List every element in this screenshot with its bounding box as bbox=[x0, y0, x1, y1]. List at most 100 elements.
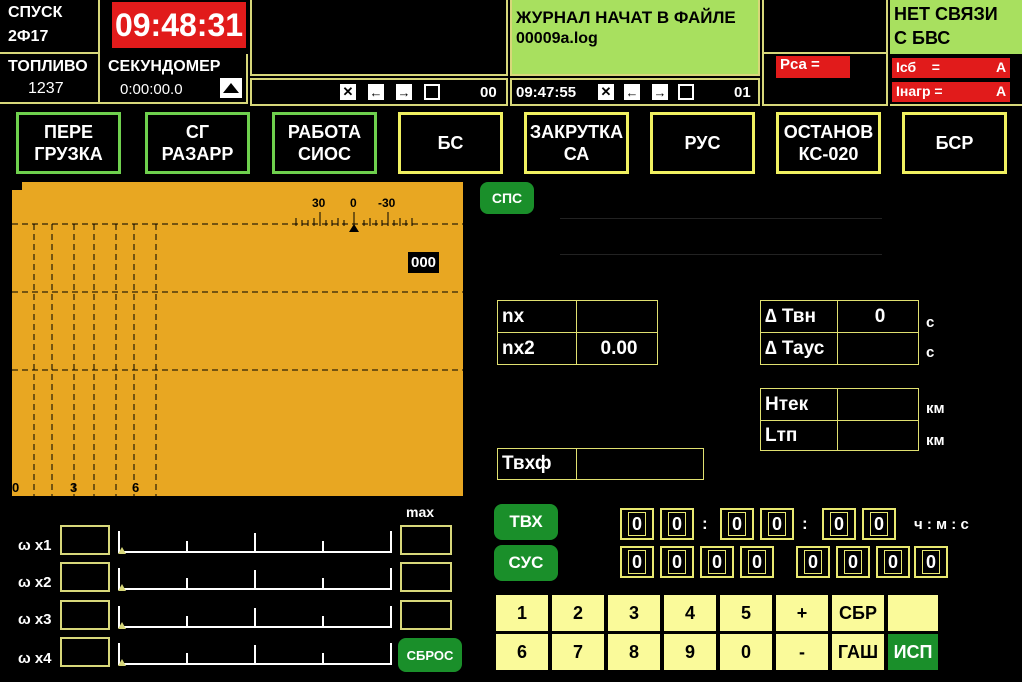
mode-button-bsr[interactable]: БСР bbox=[902, 112, 1007, 174]
clock-display: 09:48:31 bbox=[112, 2, 246, 48]
arrow-right-icon[interactable]: → bbox=[652, 84, 668, 100]
tvn-unit: с bbox=[926, 314, 935, 331]
slider-tick bbox=[322, 616, 324, 628]
digit-value: 0 bbox=[668, 550, 686, 574]
close-icon[interactable]: ✕ bbox=[598, 84, 614, 100]
sus-digit-input[interactable]: 0 bbox=[660, 546, 694, 578]
slider-tick bbox=[322, 541, 324, 553]
digit-value: 0 bbox=[830, 512, 848, 536]
mode-button-rus[interactable]: РУС bbox=[650, 112, 755, 174]
time-separator: : bbox=[702, 514, 708, 533]
digit-value: 0 bbox=[844, 550, 862, 574]
omega-label: ω x1 bbox=[18, 537, 52, 554]
track-display: 30 0 -30 000 0 3 6 bbox=[12, 182, 463, 496]
keypad-key-1[interactable]: 1 bbox=[496, 595, 548, 631]
keypad-key-minus[interactable]: - bbox=[776, 634, 828, 670]
isb-label: Iсб = bbox=[896, 59, 940, 75]
sus-digit-input[interactable]: 0 bbox=[796, 546, 830, 578]
log-message-box: ЖУРНАЛ НАЧАТ В ФАЙЛЕ 00009a.log bbox=[510, 0, 760, 76]
fuel-label: ТОПЛИВО bbox=[8, 58, 88, 75]
keypad-key-3[interactable]: 3 bbox=[608, 595, 660, 631]
keypad-key-reset[interactable]: СБР bbox=[832, 595, 884, 631]
arrow-right-icon[interactable]: → bbox=[396, 84, 412, 100]
sus-digit-input[interactable]: 0 bbox=[914, 546, 948, 578]
slider-tick bbox=[186, 578, 188, 590]
gauge-readout: 000 bbox=[408, 252, 440, 273]
time-digit-input[interactable]: 0 bbox=[720, 508, 754, 540]
omega-max-box bbox=[400, 600, 452, 630]
keypad-key-8[interactable]: 8 bbox=[608, 634, 660, 670]
sus-digit-input[interactable]: 0 bbox=[876, 546, 910, 578]
sus-button[interactable]: СУС bbox=[494, 545, 558, 581]
link-status-line1: НЕТ СВЯЗИ bbox=[894, 4, 998, 24]
keypad-key-2[interactable]: 2 bbox=[552, 595, 604, 631]
arrow-left-icon[interactable]: ← bbox=[368, 84, 384, 100]
tvn-value: 0 bbox=[837, 300, 919, 333]
stopwatch-label: СЕКУНДОМЕР bbox=[108, 58, 221, 75]
sus-digit-input[interactable]: 0 bbox=[700, 546, 734, 578]
omega-slider-track[interactable] bbox=[118, 637, 392, 667]
clock-value: 09:48:31 bbox=[114, 6, 244, 43]
digit-value: 0 bbox=[628, 550, 646, 574]
current-panel: Iсб = А Iнагр = А bbox=[890, 54, 1022, 106]
stopwatch-toggle-button[interactable] bbox=[220, 78, 242, 98]
keypad-key-7[interactable]: 7 bbox=[552, 634, 604, 670]
keypad-key-9[interactable]: 9 bbox=[664, 634, 716, 670]
mode-button-bs[interactable]: БС bbox=[398, 112, 503, 174]
rsa-panel: Рса = bbox=[762, 54, 888, 106]
mode-button-label: БС bbox=[437, 133, 464, 153]
time-units-label: ч : м : с bbox=[914, 516, 969, 533]
sus-digit-input[interactable]: 0 bbox=[836, 546, 870, 578]
keypad-key-execute[interactable]: ИСП bbox=[888, 634, 938, 670]
arrow-left-icon[interactable]: ← bbox=[624, 84, 640, 100]
keypad-key-plus[interactable]: + bbox=[776, 595, 828, 631]
time-digit-input[interactable]: 0 bbox=[862, 508, 896, 540]
slider-pointer-icon bbox=[118, 659, 126, 666]
mode-button-sg[interactable]: СГ РАЗАРР bbox=[145, 112, 250, 174]
sps-button[interactable]: СПС bbox=[480, 182, 534, 214]
keypad-key-clear[interactable]: ГАШ bbox=[832, 634, 884, 670]
stop-icon[interactable] bbox=[678, 84, 694, 100]
sps-line bbox=[560, 218, 882, 219]
ltp-value bbox=[837, 420, 919, 451]
time-digit-input[interactable]: 0 bbox=[760, 508, 794, 540]
mode-button-sios[interactable]: РАБОТА СИОС bbox=[272, 112, 377, 174]
digit-value: 0 bbox=[804, 550, 822, 574]
nx-value bbox=[576, 300, 658, 333]
time-digit-input[interactable]: 0 bbox=[620, 508, 654, 540]
omega-slider-track[interactable] bbox=[118, 562, 392, 592]
comm-box-top bbox=[762, 0, 888, 54]
fuel-value: 1237 bbox=[28, 80, 64, 97]
keypad-key-5[interactable]: 5 bbox=[720, 595, 772, 631]
reset-button[interactable]: СБРОС bbox=[398, 638, 462, 672]
log-controls-right: 09:47:55 ✕ ← → 01 bbox=[510, 78, 760, 106]
sus-digit-input[interactable]: 0 bbox=[620, 546, 654, 578]
time-digit-input[interactable]: 0 bbox=[660, 508, 694, 540]
keypad-key-4[interactable]: 4 bbox=[664, 595, 716, 631]
tvx-button[interactable]: ТВХ bbox=[494, 504, 558, 540]
mode-button-label: СГ bbox=[185, 122, 210, 142]
slider-tick bbox=[186, 541, 188, 553]
mode-button-reload[interactable]: ПЕРЕ ГРУЗКА bbox=[16, 112, 121, 174]
log-time: 09:47:55 bbox=[516, 84, 577, 101]
time-digit-input[interactable]: 0 bbox=[822, 508, 856, 540]
log-counter-left: 00 bbox=[480, 84, 497, 101]
keypad-key-0[interactable]: 0 bbox=[720, 634, 772, 670]
mode-button-spin[interactable]: ЗАКРУТКА СА bbox=[524, 112, 629, 174]
mode-button-label: РУС bbox=[684, 133, 721, 153]
stop-icon[interactable] bbox=[424, 84, 440, 100]
htek-unit: км bbox=[926, 400, 945, 417]
omega-label: ω x4 bbox=[18, 650, 52, 667]
mode-button-stop[interactable]: ОСТАНОВ КС-020 bbox=[776, 112, 881, 174]
keypad-key-6[interactable]: 6 bbox=[496, 634, 548, 670]
keypad-key-blank[interactable] bbox=[888, 595, 938, 631]
htek-label: Нтек bbox=[760, 388, 838, 421]
ltp-label: Lтп bbox=[760, 420, 838, 451]
descent-panel: СПУСК 2Ф17 bbox=[0, 0, 100, 54]
omega-slider-track[interactable] bbox=[118, 525, 392, 555]
close-icon[interactable]: ✕ bbox=[340, 84, 356, 100]
omega-slider-track[interactable] bbox=[118, 600, 392, 630]
mode-button-label: РАБОТА bbox=[287, 122, 362, 142]
sus-digit-input[interactable]: 0 bbox=[740, 546, 774, 578]
digit-value: 0 bbox=[708, 550, 726, 574]
